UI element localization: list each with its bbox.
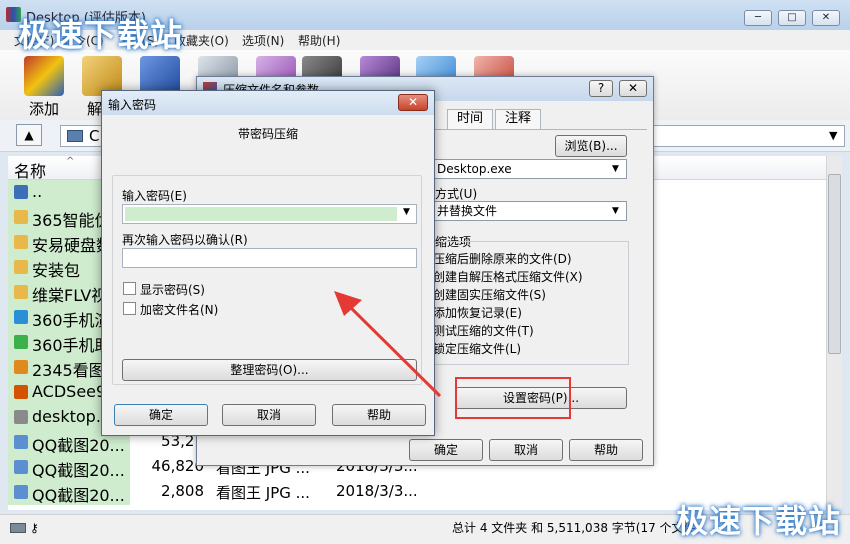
watermark-top-left: 极速下载站 (18, 16, 184, 54)
annotation-arrow (334, 291, 442, 398)
watermark-bottom-right: 极速下载站 (676, 502, 842, 540)
